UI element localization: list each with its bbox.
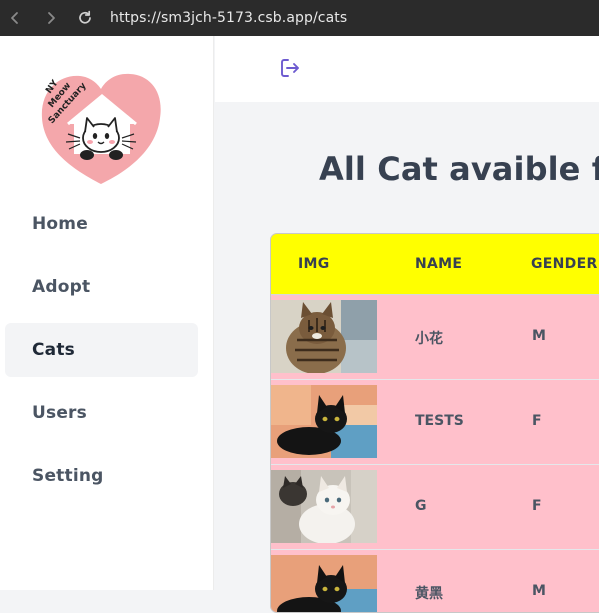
cats-table: IMG NAME GENDER 小花 M TESTS F G F 黄黑 M [270,233,599,613]
chevron-right-icon [48,12,55,24]
table-row[interactable]: 黄黑 M [271,550,599,612]
browser-toolbar: https://sm3jch-5173.csb.app/cats [0,0,599,36]
sidebar-item-cats[interactable]: Cats [5,323,198,377]
chevron-left-icon [11,12,18,24]
sidebar-item-users[interactable]: Users [5,386,198,440]
sidebar-item-label: Adopt [32,277,91,297]
cat-photo [271,300,377,373]
cat-photo [271,385,377,458]
sidebar-menu: Home Adopt Cats Users Setting [5,197,198,512]
sidebar-item-label: Home [32,214,88,234]
sidebar-item-home[interactable]: Home [5,197,198,251]
sidebar-item-label: Users [32,403,87,423]
ny-meow-sanctuary-logo[interactable]: NY Meow Sanctuary [38,72,164,186]
column-header-img: IMG [298,256,330,272]
sidebar-item-adopt[interactable]: Adopt [5,260,198,314]
reload-icon [79,10,91,24]
reload-button[interactable] [74,7,96,29]
back-button[interactable] [4,7,26,29]
sidebar-item-setting[interactable]: Setting [5,449,198,503]
column-header-gender: GENDER [531,256,598,272]
cat-gender: F [532,413,542,429]
sidebar: NY Meow Sanctuary Home Adopt Cats Users … [0,36,214,590]
cat-name: TESTS [415,413,464,429]
table-row[interactable]: G F [271,465,599,550]
forward-button[interactable] [40,7,62,29]
cat-gender: M [532,328,546,344]
table-row[interactable]: 小花 M [271,295,599,380]
column-header-name: NAME [415,256,463,272]
cat-name: 小花 [415,331,443,347]
cat-photo [271,555,377,612]
page-title: All Cat avaible fo [319,150,599,188]
cat-name: 黄黑 [415,586,443,602]
table-header: IMG NAME GENDER [271,234,599,295]
top-header [215,36,599,102]
table-row[interactable]: TESTS F [271,380,599,465]
logout-icon[interactable] [278,56,302,80]
cat-gender: F [532,498,542,514]
sidebar-item-label: Cats [32,340,75,360]
cat-photo [271,470,377,543]
cat-name: G [415,498,427,514]
sidebar-item-label: Setting [32,466,104,486]
address-bar[interactable]: https://sm3jch-5173.csb.app/cats [110,10,347,26]
cat-gender: M [532,583,546,599]
